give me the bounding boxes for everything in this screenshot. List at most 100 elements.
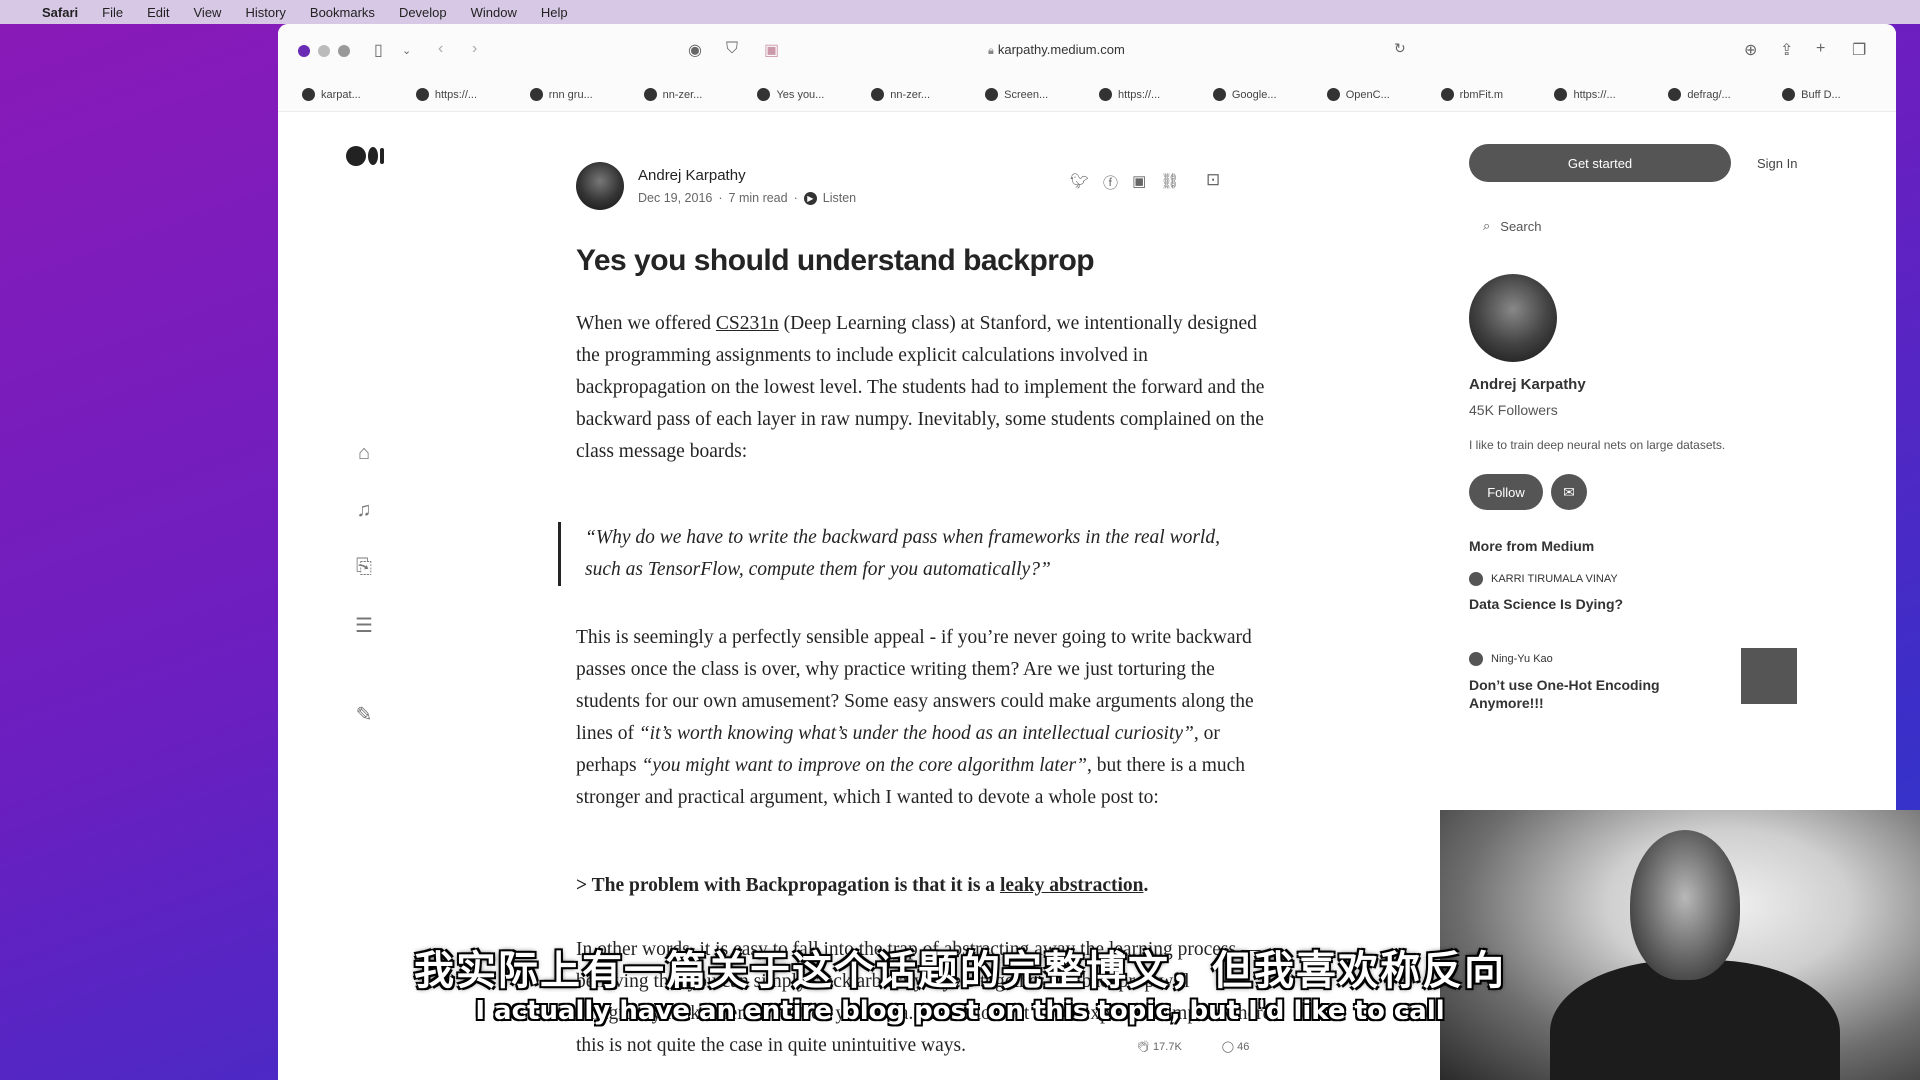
site-icon bbox=[1554, 88, 1568, 101]
search-icon: ⌕ bbox=[1483, 218, 1491, 233]
twitter-icon[interactable]: 🐦︎ bbox=[1070, 172, 1089, 193]
menu-file[interactable]: File bbox=[102, 5, 123, 20]
read-time: 7 min read bbox=[728, 191, 788, 205]
leaky-abstraction-link[interactable]: leaky abstraction bbox=[1000, 875, 1144, 896]
avatar[interactable] bbox=[1469, 274, 1557, 362]
favorite-item[interactable]: Yes you... bbox=[757, 88, 871, 101]
rec-thumbnail[interactable] bbox=[1741, 648, 1797, 704]
lock-icon: 🔒︎ bbox=[988, 45, 994, 57]
menu-window[interactable]: Window bbox=[471, 5, 517, 20]
rec-title[interactable]: Data Science Is Dying? bbox=[1469, 596, 1623, 612]
author-row: Andrej Karpathy Dec 19, 2016 · 7 min rea… bbox=[576, 162, 856, 210]
favorite-item[interactable]: https://... bbox=[415, 88, 530, 101]
menu-history[interactable]: History bbox=[245, 5, 285, 20]
linkedin-icon[interactable]: ▣ bbox=[1132, 172, 1146, 193]
facebook-icon[interactable]: ⓕ bbox=[1103, 172, 1118, 193]
bookmarks-icon[interactable]: ⎘ bbox=[352, 556, 376, 579]
sidebar-toggle-icon[interactable]: ▯ bbox=[374, 40, 383, 60]
more-from-medium-heading: More from Medium bbox=[1469, 538, 1595, 554]
paragraph-2: This is seemingly a perfectly sensible a… bbox=[576, 627, 1254, 808]
stories-icon[interactable]: ☰ bbox=[352, 613, 376, 638]
address-bar[interactable]: 🔒︎ karpathy.medium.com bbox=[988, 42, 1125, 58]
zoom-window-button[interactable] bbox=[338, 45, 350, 57]
minimize-window-button[interactable] bbox=[318, 45, 330, 57]
favorite-item[interactable]: https://... bbox=[1554, 88, 1668, 101]
rec-title[interactable]: Don’t use One-Hot Encoding Anymore!!! bbox=[1469, 676, 1679, 712]
menu-bar: Safari File Edit View History Bookmarks … bbox=[0, 0, 1920, 24]
bookmark-icon[interactable]: ⊡ bbox=[1206, 170, 1220, 190]
avatar bbox=[1469, 572, 1483, 586]
menu-develop[interactable]: Develop bbox=[399, 5, 447, 20]
write-icon[interactable]: ✎ bbox=[352, 702, 376, 727]
get-started-button[interactable]: Get started bbox=[1469, 144, 1731, 182]
article-title: Yes you should understand backprop bbox=[576, 244, 1095, 277]
link-icon[interactable]: ⛓ bbox=[1160, 172, 1179, 193]
clap-icon: 👏︎ bbox=[1136, 1041, 1154, 1053]
google-icon bbox=[1212, 88, 1226, 101]
profile-name[interactable]: Andrej Karpathy bbox=[1469, 376, 1586, 393]
github-icon bbox=[871, 88, 885, 101]
sign-in-link[interactable]: Sign In bbox=[1757, 156, 1797, 171]
favorite-item[interactable]: nn-zer... bbox=[643, 88, 758, 101]
listen-button[interactable]: Listen bbox=[823, 191, 856, 205]
avatar[interactable] bbox=[576, 162, 624, 210]
publication-line: Dec 19, 2016 · 7 min read · ▶ Listen bbox=[638, 191, 857, 205]
favorite-item[interactable]: karpat... bbox=[302, 88, 416, 101]
tab-overview-icon[interactable]: ❐ bbox=[1852, 40, 1866, 60]
rec-author[interactable]: Ning-Yu Kao bbox=[1469, 652, 1553, 666]
extension-2-icon[interactable]: ▣ bbox=[764, 40, 779, 60]
favorite-item[interactable]: rnn gru... bbox=[529, 88, 644, 101]
home-icon[interactable]: ⌂ bbox=[352, 442, 376, 465]
clap-button[interactable]: 👏︎ 17.7K bbox=[1136, 1040, 1182, 1053]
reload-icon[interactable]: ↻ bbox=[1394, 40, 1406, 57]
subscribe-mail-icon[interactable]: ✉ bbox=[1551, 474, 1587, 510]
url-text: karpathy.medium.com bbox=[997, 42, 1125, 57]
paragraph-1: When we offered CS231n (Deep Learning cl… bbox=[576, 313, 1265, 462]
favorite-item[interactable]: Google... bbox=[1212, 88, 1327, 101]
chevron-down-icon[interactable]: ⌄ bbox=[402, 44, 411, 57]
medium-icon bbox=[757, 88, 771, 101]
favorite-item[interactable]: nn-zer... bbox=[871, 88, 985, 101]
comment-icon: ◯ bbox=[1221, 1041, 1238, 1053]
favorite-item[interactable]: rbmFit.m bbox=[1440, 88, 1555, 101]
cs231n-link[interactable]: CS231n bbox=[716, 313, 779, 334]
download-icon[interactable]: ⊕ bbox=[1744, 40, 1757, 60]
site-icon bbox=[985, 88, 999, 101]
author-name[interactable]: Andrej Karpathy bbox=[638, 167, 856, 184]
window-controls bbox=[298, 45, 350, 57]
engagement-bar: 👏︎ 17.7K ◯ 46 bbox=[1136, 1040, 1249, 1053]
share-row: 🐦︎ ⓕ ▣ ⛓ bbox=[1070, 172, 1179, 193]
responses-button[interactable]: ◯ 46 bbox=[1222, 1040, 1250, 1053]
shield-icon[interactable]: ⛉ bbox=[726, 40, 738, 58]
search-input[interactable]: ⌕ Search bbox=[1483, 218, 1541, 234]
menu-edit[interactable]: Edit bbox=[147, 5, 169, 20]
favorite-item[interactable]: Buff D... bbox=[1782, 88, 1896, 101]
site-icon bbox=[1440, 88, 1454, 101]
medium-logo-icon[interactable] bbox=[346, 146, 384, 166]
menu-help[interactable]: Help bbox=[541, 5, 568, 20]
play-icon[interactable]: ▶ bbox=[803, 191, 817, 205]
github-icon bbox=[302, 88, 315, 101]
google-icon bbox=[529, 88, 543, 101]
site-icon bbox=[415, 88, 429, 101]
share-icon[interactable]: ⇪ bbox=[1780, 40, 1793, 60]
close-window-button[interactable] bbox=[298, 45, 310, 57]
back-icon[interactable]: ‹ bbox=[438, 40, 443, 58]
rec-author[interactable]: KARRI TIRUMALA VINAY bbox=[1469, 572, 1618, 586]
favorite-item[interactable]: Screen... bbox=[985, 88, 1099, 101]
blockquote: “Why do we have to write the backward pa… bbox=[558, 522, 1258, 586]
follow-button[interactable]: Follow bbox=[1469, 474, 1543, 510]
follower-count[interactable]: 45K Followers bbox=[1469, 402, 1558, 418]
menu-bookmarks[interactable]: Bookmarks bbox=[310, 5, 375, 20]
favorite-item[interactable]: https://... bbox=[1099, 88, 1213, 101]
subtitle-english: I actually have an entire blog post on t… bbox=[475, 996, 1445, 1026]
menu-view[interactable]: View bbox=[194, 5, 222, 20]
bell-icon[interactable]: ♫ bbox=[352, 499, 376, 522]
favorite-item[interactable]: defrag/... bbox=[1668, 88, 1782, 101]
forward-icon[interactable]: › bbox=[472, 40, 477, 58]
favorite-item[interactable]: OpenC... bbox=[1326, 88, 1441, 101]
extension-icon[interactable]: ◉ bbox=[688, 40, 702, 60]
new-tab-icon[interactable]: + bbox=[1816, 40, 1825, 58]
menu-app-name[interactable]: Safari bbox=[42, 5, 78, 20]
paragraph-3: > The problem with Backpropagation is th… bbox=[576, 875, 1149, 896]
